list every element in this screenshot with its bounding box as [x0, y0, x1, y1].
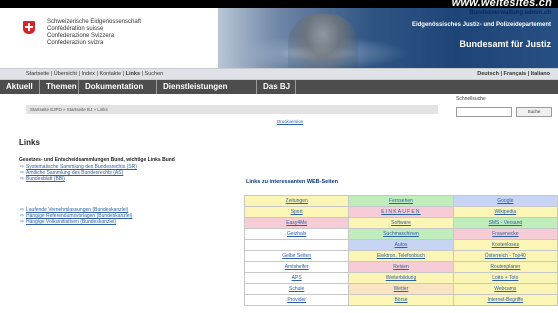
meta-nav-startseite[interactable]: Startseite [26, 71, 49, 77]
web-link-cell[interactable]: Easy4Me [243, 217, 350, 229]
table-row: Easy4Me Software SMS - Versand [243, 217, 558, 229]
web-link-cell[interactable]: Kostenloses [452, 239, 558, 251]
table-row: Zeitungen Fernsehen Google [243, 195, 558, 207]
meta-navigation: Startseite | Übersicht | Index | Kontakt… [0, 68, 558, 80]
web-links-title: Links zu interessanten WEB-Seiten [246, 179, 338, 185]
web-link-cell[interactable]: Geizhals [243, 228, 350, 240]
office-name: Bundesamt für Justiz [459, 39, 551, 49]
web-link-cell[interactable]: Webcams [452, 283, 558, 295]
top-bar: www.weltesites.ch [0, 0, 558, 9]
banner-background [218, 8, 558, 68]
web-link-cell[interactable]: Provider [243, 294, 350, 306]
swiss-crest-icon [23, 21, 35, 34]
table-row: Schule Wetter Webcams [243, 283, 558, 295]
web-link-cell[interactable]: Zeitungen [243, 195, 350, 207]
tab-dienstleistungen[interactable]: Dienstleistungen [157, 80, 257, 94]
law-links-group-2: ⇨ Laufende Vernehmlassungen (Bundeskanzle… [20, 207, 132, 225]
web-link-cell[interactable]: Internet-Begriffe [452, 294, 558, 306]
main-navigation: Aktuell Themen Dokumentation Dienstleist… [0, 80, 558, 94]
print-version-link[interactable]: Druckversion [277, 119, 303, 124]
meta-nav-suchen[interactable]: Suchen [145, 71, 164, 77]
department-name: Eidgenössisches Justiz- und Polizeidepar… [411, 22, 551, 28]
web-link-cell[interactable]: Wikipedia [452, 206, 558, 218]
web-link-cell[interactable]: Österreich - Top40 [452, 250, 558, 262]
table-row: Autos Kostenloses [243, 239, 558, 251]
web-link-cell[interactable]: Frauenecke [452, 228, 558, 240]
web-link-cell[interactable]: Elektron. Telefonbuch [348, 250, 454, 262]
breadcrumb[interactable]: Startseite EJPD » Startseite BJ » Links [26, 105, 438, 114]
web-link-cell[interactable]: Software [348, 217, 454, 229]
law-section-title: Gesetzes- und Entscheidsammlungen Bund, … [19, 157, 175, 163]
page-title: Links [19, 138, 40, 147]
web-link-cell[interactable] [243, 239, 350, 251]
table-row: Sport EINKAUFEN Wikipedia [243, 206, 558, 218]
web-link-cell[interactable]: Amtshelfer [243, 261, 350, 273]
web-link-cell[interactable]: SMS - Versand [452, 217, 558, 229]
web-link-cell[interactable]: Weiterbildung [348, 272, 454, 284]
language-switcher[interactable]: Deutsch | Français | Italiano [477, 71, 550, 77]
web-link-cell[interactable]: Börse [348, 294, 454, 306]
table-row: Provider Börse Internet-Begriffe [243, 294, 558, 306]
web-link-cell[interactable]: Lotto + Toto [452, 272, 558, 284]
meta-nav-links-active[interactable]: Links [126, 71, 140, 77]
web-link-cell[interactable]: Schule [243, 283, 350, 295]
confederation-line: Confederazione Svizzera [47, 33, 115, 39]
admin-link[interactable]: Bundesverwaltung admin.ch [469, 10, 551, 16]
table-row: Amtshelfer Reisen Routenplaner [243, 261, 558, 273]
law-link[interactable]: Hängige Volksinitiativen (Bundeskanzlei) [26, 219, 116, 225]
confederation-line: Confederaziun svizra [47, 40, 104, 46]
confederation-line: Confédération suisse [47, 26, 104, 32]
web-link-cell[interactable]: Routenplaner [452, 261, 558, 273]
web-link-cell[interactable]: APS [243, 272, 350, 284]
table-row: Gelbe Seiten Elektron. Telefonbuch Öster… [243, 250, 558, 262]
list-item: ⇨ Bundesblatt (BBl) [20, 176, 137, 182]
meta-nav-index[interactable]: Index [81, 71, 94, 77]
confederation-line: Schweizerische Eidgenossenschaft [47, 19, 142, 25]
confederation-name: Schweizerische Eidgenossenschaft Confédé… [47, 19, 141, 47]
list-item: ⇨ Hängige Volksinitiativen (Bundeskanzlei… [20, 219, 132, 225]
web-link-cell[interactable]: Autos [348, 239, 454, 251]
web-link-cell[interactable]: Sport [243, 206, 350, 218]
justitia-figure-icon [288, 14, 358, 68]
table-row: APS Weiterbildung Lotto + Toto [243, 272, 558, 284]
web-link-cell[interactable]: Reisen [348, 261, 454, 273]
web-link-cell[interactable]: Suchmaschinen [348, 228, 454, 240]
tab-das-bj[interactable]: Das BJ [257, 80, 296, 94]
web-link-cell[interactable]: EINKAUFEN [348, 206, 454, 218]
tab-dokumentation[interactable]: Dokumentation [79, 80, 157, 94]
tab-themen[interactable]: Themen [40, 80, 79, 94]
meta-nav-kontakte[interactable]: Kontakte [99, 71, 121, 77]
web-link-cell[interactable]: Gelbe Seiten [243, 250, 350, 262]
quick-search-label: Schnellsuche [456, 96, 486, 102]
search-button[interactable]: Suche [516, 107, 552, 117]
meta-nav-uebersicht[interactable]: Übersicht [54, 71, 77, 77]
web-link-cell[interactable]: Google [452, 195, 558, 207]
header-banner: Bundesverwaltung admin.ch Eidgenössische… [218, 8, 558, 68]
law-link[interactable]: Bundesblatt (BBl) [26, 176, 65, 182]
meta-nav-links: Startseite | Übersicht | Index | Kontakt… [26, 71, 164, 77]
table-row: Geizhals Suchmaschinen Frauenecke [243, 228, 558, 240]
web-link-cell[interactable]: Wetter [348, 283, 454, 295]
web-link-cell[interactable]: Fernsehen [348, 195, 454, 207]
quick-search-input[interactable] [456, 107, 512, 117]
tab-aktuell[interactable]: Aktuell [0, 80, 40, 94]
law-links-group-1: ⇨ Systematische Sammlung des Bundesrechts… [20, 164, 137, 182]
web-links-table: Zeitungen Fernsehen Google Sport EINKAUF… [243, 195, 558, 306]
